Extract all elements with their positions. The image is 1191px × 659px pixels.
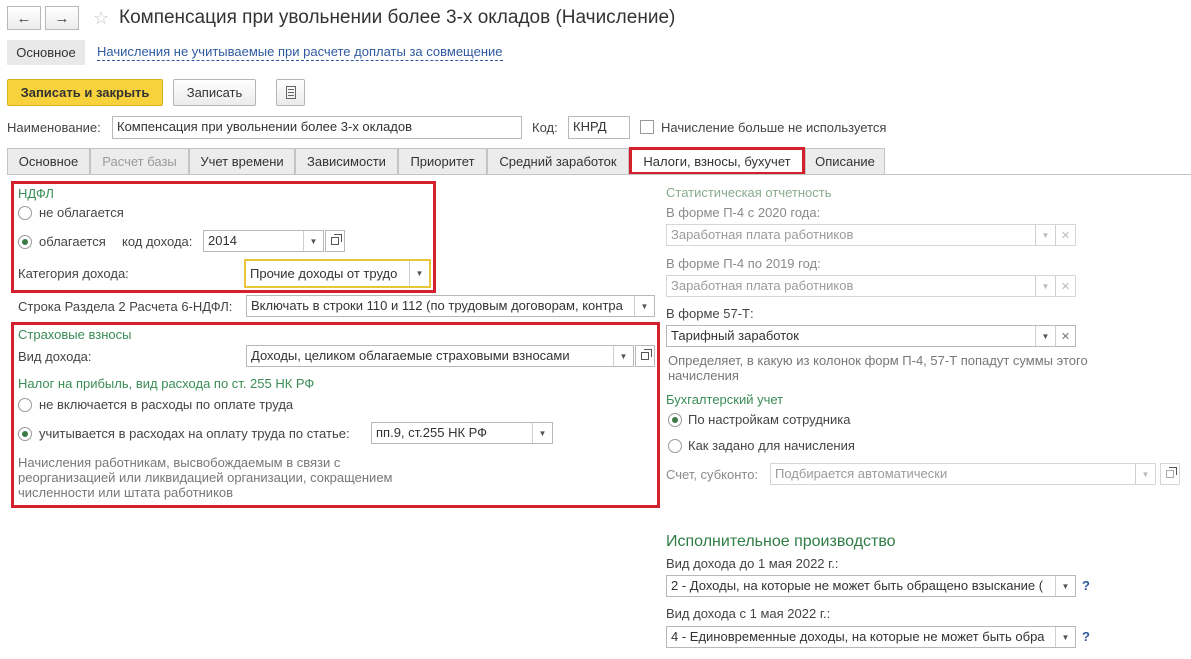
help-icon[interactable]: ? bbox=[1082, 629, 1090, 644]
by-employee-label: По настройкам сотрудника bbox=[688, 412, 851, 427]
account-value: Подбирается автоматически bbox=[775, 466, 948, 481]
accounting-title: Бухгалтерский учет bbox=[666, 392, 784, 407]
open-icon[interactable] bbox=[325, 230, 345, 252]
article-select[interactable]: пп.9, ст.255 НК РФ ▼ bbox=[371, 422, 553, 444]
subtab-link[interactable]: Начисления не учитываемые при расчете до… bbox=[97, 44, 503, 61]
chevron-down-icon[interactable]: ▼ bbox=[613, 346, 633, 366]
p4-2020-select[interactable]: Заработная плата работников ▼ ✕ bbox=[666, 224, 1076, 246]
included-label: учитывается в расходах на оплату труда п… bbox=[39, 426, 350, 441]
unused-checkbox[interactable] bbox=[640, 120, 654, 134]
income-category-value: Прочие доходы от трудо bbox=[250, 266, 398, 281]
income-code-select[interactable]: 2014 ▼ bbox=[203, 230, 324, 252]
form57-select[interactable]: Тарифный заработок ▼ ✕ bbox=[666, 325, 1076, 347]
code-input[interactable]: КНРД bbox=[568, 116, 630, 139]
tab-taxes[interactable]: Налоги, взносы, бухучет bbox=[629, 147, 805, 175]
save-close-button[interactable]: Записать и закрыть bbox=[7, 79, 163, 106]
ndfl-taxed-radio[interactable] bbox=[18, 235, 32, 249]
by-employee-radio[interactable] bbox=[668, 413, 682, 427]
document-icon bbox=[285, 86, 296, 99]
ndfl-taxed-label: облагается bbox=[39, 234, 106, 249]
p4-2019-label: В форме П-4 по 2019 год: bbox=[666, 256, 821, 271]
p4-2019-value: Заработная плата работников bbox=[671, 278, 854, 293]
form57-value: Тарифный заработок bbox=[671, 328, 799, 343]
stats-hint: Определяет, в какую из колонок форм П-4,… bbox=[668, 353, 1088, 383]
unused-label: Начисление больше не используется bbox=[661, 120, 887, 135]
arrow-left-icon: ← bbox=[16, 9, 32, 27]
income-category-label: Категория дохода: bbox=[18, 266, 129, 281]
tab-divider bbox=[7, 174, 1191, 175]
chevron-down-icon[interactable]: ▼ bbox=[1055, 576, 1075, 596]
tab-time-accounting[interactable]: Учет времени bbox=[189, 148, 295, 174]
save-button[interactable]: Записать bbox=[173, 79, 256, 106]
back-button[interactable]: ← bbox=[7, 6, 41, 30]
as-accrual-label: Как задано для начисления bbox=[688, 438, 855, 453]
chevron-down-icon[interactable]: ▼ bbox=[532, 423, 552, 443]
ndfl6-row-select[interactable]: Включать в строки 110 и 112 (по трудовым… bbox=[246, 295, 655, 317]
p4-2020-label: В форме П-4 с 2020 года: bbox=[666, 205, 821, 220]
tab-base-calc[interactable]: Расчет базы bbox=[90, 148, 189, 174]
subtab-main[interactable]: Основное bbox=[7, 40, 85, 65]
chevron-down-icon[interactable]: ▼ bbox=[1035, 225, 1055, 245]
p4-2019-select[interactable]: Заработная плата работников ▼ ✕ bbox=[666, 275, 1076, 297]
insurance-title: Страховые взносы bbox=[18, 327, 132, 342]
stats-title: Статистическая отчетность bbox=[666, 185, 832, 200]
chevron-down-icon[interactable]: ▼ bbox=[634, 296, 654, 316]
code-label: Код: bbox=[532, 120, 558, 135]
tab-priority[interactable]: Приоритет bbox=[398, 148, 487, 174]
account-select[interactable]: Подбирается автоматически ▼ bbox=[770, 463, 1156, 485]
income-before-select[interactable]: 2 - Доходы, на которые не может быть обр… bbox=[666, 575, 1076, 597]
clear-icon[interactable]: ✕ bbox=[1055, 326, 1075, 346]
open-icon[interactable] bbox=[1160, 463, 1180, 485]
tab-description[interactable]: Описание bbox=[805, 148, 885, 174]
help-icon[interactable]: ? bbox=[1082, 578, 1090, 593]
income-code-value: 2014 bbox=[208, 233, 237, 248]
chevron-down-icon[interactable]: ▼ bbox=[1035, 326, 1055, 346]
ndfl-not-taxed-label: не облагается bbox=[39, 205, 124, 220]
not-included-label: не включается в расходы по оплате труда bbox=[39, 397, 294, 412]
open-icon[interactable] bbox=[635, 345, 655, 367]
article-hint: Начисления работникам, высвобождаемым в … bbox=[18, 455, 393, 500]
insurance-income-select[interactable]: Доходы, целиком облагаемые страховыми вз… bbox=[246, 345, 634, 367]
income-category-select[interactable]: Прочие доходы от трудо ▼ bbox=[244, 259, 431, 288]
income-after-value: 4 - Единовременные доходы, на которые не… bbox=[671, 629, 1045, 644]
name-input[interactable]: Компенсация при увольнении более 3-х окл… bbox=[112, 116, 522, 139]
chevron-down-icon[interactable]: ▼ bbox=[409, 261, 429, 286]
star-icon[interactable]: ☆ bbox=[93, 8, 109, 29]
document-report-button[interactable] bbox=[276, 79, 305, 106]
chevron-down-icon[interactable]: ▼ bbox=[303, 231, 323, 251]
included-radio[interactable] bbox=[18, 427, 32, 441]
as-accrual-radio[interactable] bbox=[668, 439, 682, 453]
forward-button[interactable]: → bbox=[45, 6, 79, 30]
article-value: пп.9, ст.255 НК РФ bbox=[376, 425, 488, 440]
p4-2020-value: Заработная плата работников bbox=[671, 227, 854, 242]
income-before-label: Вид дохода до 1 мая 2022 г.: bbox=[666, 556, 839, 571]
clear-icon[interactable]: ✕ bbox=[1055, 225, 1075, 245]
chevron-down-icon[interactable]: ▼ bbox=[1035, 276, 1055, 296]
ndfl-not-taxed-radio[interactable] bbox=[18, 206, 32, 220]
account-label: Счет, субконто: bbox=[666, 467, 759, 482]
form57-label: В форме 57-Т: bbox=[666, 306, 754, 321]
income-after-label: Вид дохода с 1 мая 2022 г.: bbox=[666, 606, 831, 621]
window-title: Компенсация при увольнении более 3-х окл… bbox=[119, 7, 676, 28]
ndfl-title: НДФЛ bbox=[18, 186, 54, 201]
chevron-down-icon[interactable]: ▼ bbox=[1135, 464, 1155, 484]
tab-dependencies[interactable]: Зависимости bbox=[295, 148, 398, 174]
tab-main[interactable]: Основное bbox=[7, 148, 90, 174]
insurance-income-label: Вид дохода: bbox=[18, 349, 92, 364]
clear-icon[interactable]: ✕ bbox=[1055, 276, 1075, 296]
tab-average-earnings[interactable]: Средний заработок bbox=[487, 148, 629, 174]
income-after-select[interactable]: 4 - Единовременные доходы, на которые не… bbox=[666, 626, 1076, 648]
income-before-value: 2 - Доходы, на которые не может быть обр… bbox=[671, 578, 1044, 593]
income-code-label: код дохода: bbox=[122, 234, 193, 249]
name-label: Наименование: bbox=[7, 120, 101, 135]
insurance-income-value: Доходы, целиком облагаемые страховыми вз… bbox=[251, 348, 570, 363]
not-included-radio[interactable] bbox=[18, 398, 32, 412]
profit-tax-title: Налог на прибыль, вид расхода по ст. 255… bbox=[18, 376, 315, 391]
ndfl6-row-value: Включать в строки 110 и 112 (по трудовым… bbox=[251, 298, 623, 313]
ndfl6-row-label: Строка Раздела 2 Расчета 6-НДФЛ: bbox=[18, 299, 233, 314]
arrow-right-icon: → bbox=[54, 9, 70, 27]
chevron-down-icon[interactable]: ▼ bbox=[1055, 627, 1075, 647]
enforcement-title: Исполнительное производство bbox=[666, 533, 896, 550]
